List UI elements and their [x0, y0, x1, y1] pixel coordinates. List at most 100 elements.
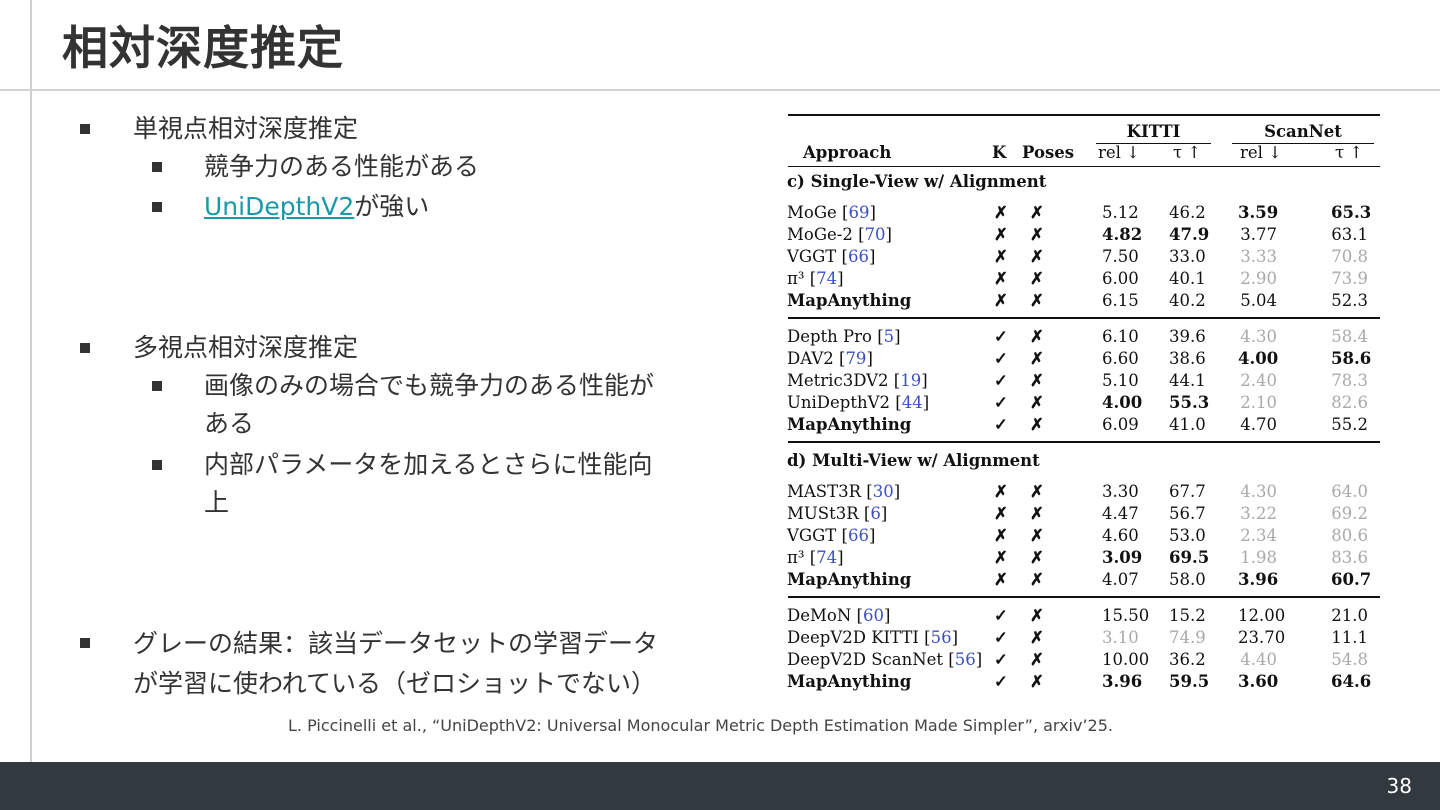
value-st: 52.3 [1331, 291, 1368, 310]
value-sr: 23.70 [1238, 628, 1286, 647]
bullet-marker [80, 343, 90, 353]
value-kr: 15.50 [1102, 606, 1150, 625]
bullet-multi-view: 多視点相対深度推定 [80, 329, 358, 367]
k-mark: ✗ [994, 570, 1008, 589]
k-mark: ✓ [994, 650, 1008, 669]
approach-name: MapAnything [787, 570, 911, 589]
approach-name: MUSt3R [6] [787, 504, 888, 523]
value-kr: 6.15 [1102, 291, 1139, 310]
table-row: DeepV2D ScanNet [56] ✓ ✗ 10.00 36.2 4.40 54.8 [776, 650, 1380, 672]
poses-mark: ✗ [1030, 650, 1044, 669]
value-kr: 6.10 [1102, 327, 1139, 346]
k-mark: ✓ [994, 327, 1008, 346]
value-kr: 3.09 [1102, 548, 1143, 567]
citation-ref-link[interactable]: 74 [816, 269, 837, 288]
table-row: Depth Pro [5] ✓ ✗ 6.10 39.6 4.30 58.4 [776, 327, 1380, 349]
value-st: 60.7 [1331, 570, 1372, 589]
k-mark: ✗ [994, 247, 1008, 266]
approach-label: Depth Pro [787, 327, 872, 346]
approach-label: MapAnything [787, 672, 912, 691]
citation-ref-link[interactable]: 56 [955, 650, 976, 669]
value-st: 69.2 [1331, 504, 1368, 523]
k-mark: ✗ [994, 269, 1008, 288]
value-kr: 4.00 [1102, 393, 1143, 412]
k-mark: ✗ [994, 526, 1008, 545]
approach-name: MapAnything [787, 415, 911, 434]
table-row: MapAnything ✗ ✗ 4.07 58.0 3.96 60.7 [776, 570, 1380, 592]
poses-mark: ✗ [1030, 371, 1044, 390]
table-row: MoGe-2 [70] ✗ ✗ 4.82 47.9 3.77 63.1 [776, 225, 1380, 247]
page-number: 38 [1386, 774, 1412, 798]
approach-label: DeepV2D ScanNet [787, 650, 944, 669]
value-kt: 74.9 [1169, 628, 1206, 647]
value-kt: 33.0 [1169, 247, 1206, 266]
value-kr: 4.82 [1102, 225, 1143, 244]
unidepthv2-link[interactable]: UniDepthV2 [204, 192, 354, 221]
header-bottom-rule [788, 166, 1380, 167]
value-st: 54.8 [1331, 650, 1368, 669]
approach-label: MapAnything [787, 415, 912, 434]
citation-ref-link[interactable]: 6 [870, 504, 881, 523]
k-mark: ✓ [994, 393, 1008, 412]
value-st: 80.6 [1331, 526, 1368, 545]
table-row: UniDepthV2 [44] ✓ ✗ 4.00 55.3 2.10 82.6 [776, 393, 1380, 415]
table-row: DeepV2D KITTI [56] ✓ ✗ 3.10 74.9 23.70 11.1 [776, 628, 1380, 650]
bullet-text-cont: 上 [204, 488, 230, 517]
bullet-text: が強い [354, 192, 430, 221]
value-st: 78.3 [1331, 371, 1368, 390]
value-st: 21.0 [1331, 606, 1368, 625]
section-label: c) Single-View w/ Alignment [787, 172, 1047, 191]
approach-label: π³ [787, 269, 805, 288]
value-kr: 3.96 [1102, 672, 1143, 691]
value-sr: 12.00 [1238, 606, 1286, 625]
poses-mark: ✗ [1030, 548, 1044, 567]
approach-name: VGGT [66] [787, 247, 876, 266]
approach-name: Metric3DV2 [19] [787, 371, 928, 390]
citation-ref-link[interactable]: 5 [884, 327, 895, 346]
citation-ref-link[interactable]: 70 [865, 225, 886, 244]
citation-ref-link[interactable]: 79 [845, 349, 866, 368]
value-kt: 53.0 [1169, 526, 1206, 545]
approach-label: DAV2 [787, 349, 834, 368]
poses-mark: ✗ [1030, 327, 1044, 346]
citation-ref-link[interactable]: 69 [848, 203, 869, 222]
value-sr: 3.59 [1238, 203, 1279, 222]
value-sr: 3.60 [1238, 672, 1279, 691]
header-k: K [992, 143, 1007, 162]
approach-label: MapAnything [787, 570, 912, 589]
bullet-text-cont: が学習に使われている（ゼロショットでない） [133, 669, 657, 698]
approach-name: VGGT [66] [787, 526, 876, 545]
citation-ref-link[interactable]: 66 [848, 526, 869, 545]
approach-label: UniDepthV2 [787, 393, 891, 412]
bullet-marker [152, 162, 162, 172]
k-mark: ✗ [994, 291, 1008, 310]
bullet-text: 多視点相対深度推定 [133, 333, 359, 362]
citation-ref-link[interactable]: 56 [931, 628, 952, 647]
citation-ref-link[interactable]: 74 [816, 548, 837, 567]
poses-mark: ✗ [1030, 349, 1044, 368]
value-kr: 4.60 [1102, 526, 1139, 545]
value-kt: 38.6 [1169, 349, 1206, 368]
footer-bar: 38 [0, 762, 1440, 810]
approach-name: Depth Pro [5] [787, 327, 901, 346]
citation-ref-link[interactable]: 44 [902, 393, 923, 412]
citation-ref-link[interactable]: 19 [900, 371, 921, 390]
citation-ref-link[interactable]: 30 [873, 482, 894, 501]
value-st: 58.6 [1331, 349, 1372, 368]
poses-mark: ✗ [1030, 606, 1044, 625]
poses-mark: ✗ [1030, 247, 1044, 266]
table-group-header: KITTI ScanNet [776, 122, 1380, 144]
citation-ref-link[interactable]: 60 [863, 606, 884, 625]
citation: L. Piccinelli et al., “UniDepthV2: Unive… [288, 716, 1113, 735]
value-kt: 40.1 [1169, 269, 1206, 288]
value-sr: 3.96 [1238, 570, 1279, 589]
group-divider-rule [788, 596, 1380, 598]
poses-mark: ✗ [1030, 672, 1044, 691]
approach-name: DeMoN [60] [787, 606, 891, 625]
poses-mark: ✗ [1030, 203, 1044, 222]
citation-ref-link[interactable]: 66 [848, 247, 869, 266]
poses-mark: ✗ [1030, 415, 1044, 434]
approach-label: VGGT [787, 526, 837, 545]
value-kr: 4.07 [1102, 570, 1139, 589]
value-kr: 7.50 [1102, 247, 1139, 266]
